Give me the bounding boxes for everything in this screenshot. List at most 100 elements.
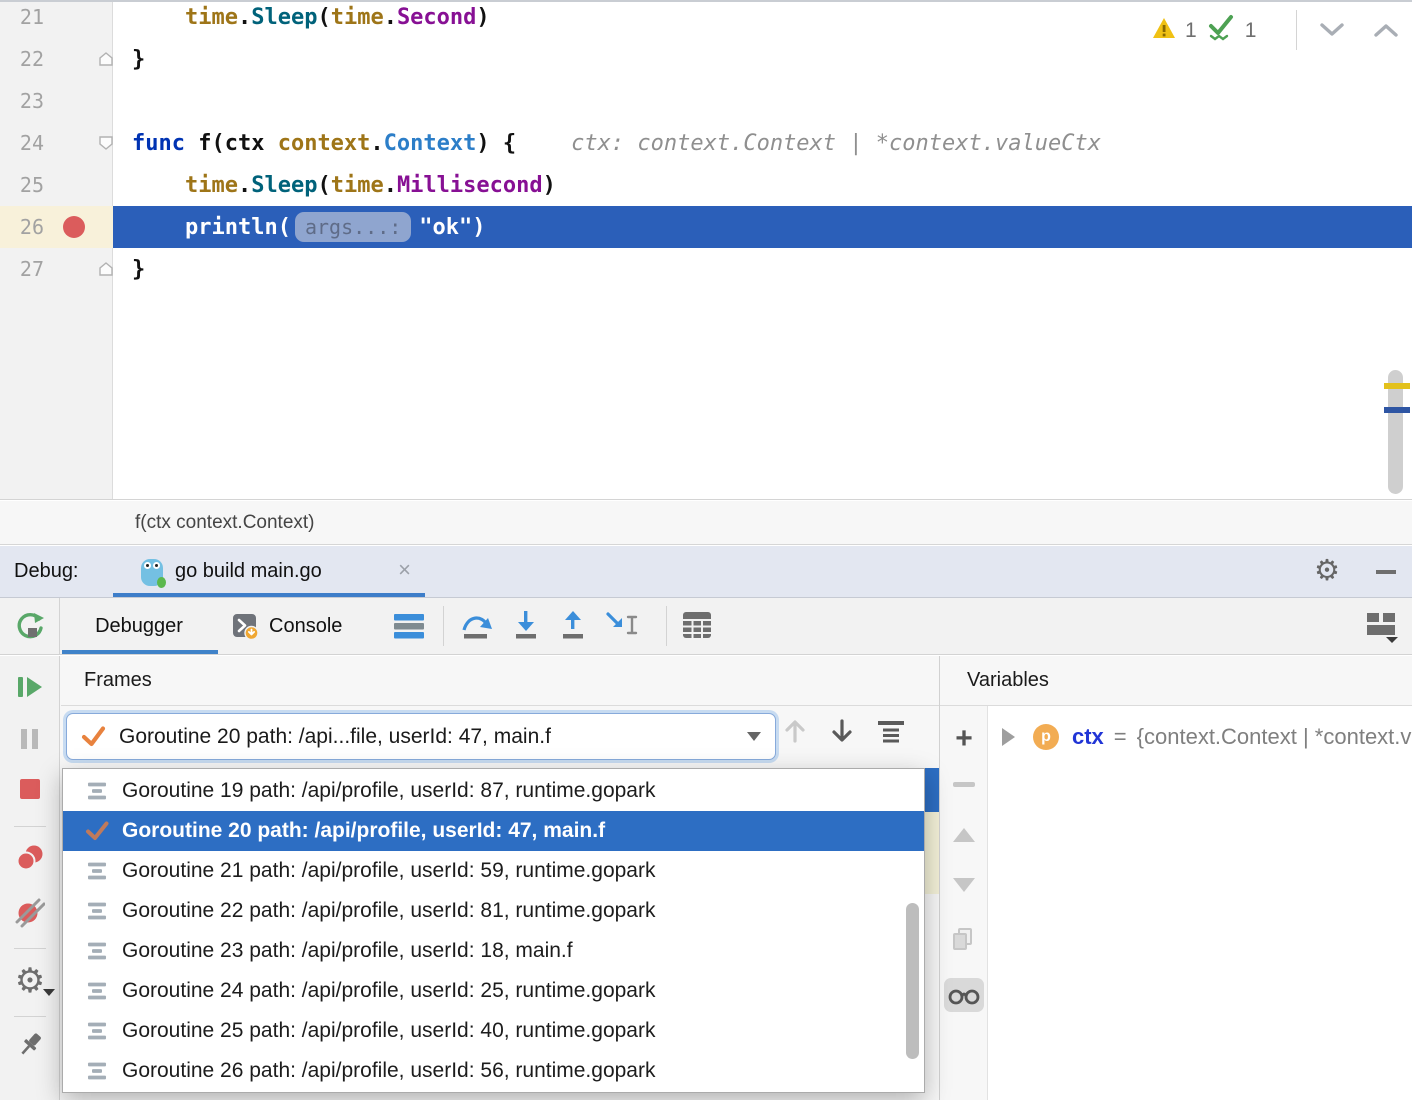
previous-frame-button[interactable]: [783, 718, 807, 744]
tab-console[interactable]: Console: [232, 598, 342, 654]
code-text[interactable]: println(args...:"ok"): [113, 206, 1412, 248]
threads-view-icon[interactable]: [393, 612, 425, 640]
goroutine-label: Goroutine 26 path: /api/profile, userId:…: [122, 1059, 655, 1083]
hide-library-frames-button[interactable]: [877, 719, 905, 743]
chevron-down-icon: [747, 732, 761, 741]
rerun-button[interactable]: [0, 598, 60, 654]
code-line[interactable]: 26 println(args...:"ok"): [0, 206, 1412, 248]
line-number: 27: [8, 257, 44, 281]
parameter-badge: p: [1033, 724, 1059, 750]
variables-panel: Variables +: [940, 656, 1412, 1100]
goroutine-item[interactable]: Goroutine 24 path: /api/profile, userId:…: [63, 971, 924, 1011]
frames-title: Frames: [84, 669, 152, 691]
code-editor[interactable]: 21 time.Sleep(time.Second)22}2324func f(…: [0, 0, 1412, 500]
step-into-button[interactable]: [511, 610, 539, 640]
stop-button[interactable]: [0, 778, 60, 800]
code-line[interactable]: 25 time.Sleep(time.Millisecond): [0, 164, 1412, 206]
goroutine-icon: [85, 902, 109, 920]
remove-watch-button[interactable]: [940, 782, 988, 787]
code-text[interactable]: }: [113, 248, 1412, 290]
move-watch-down-button[interactable]: [940, 878, 988, 892]
code-text[interactable]: time.Sleep(time.Millisecond): [113, 164, 1412, 206]
equals-sign: =: [1114, 724, 1127, 750]
mute-breakpoints-button[interactable]: [0, 898, 60, 928]
resume-icon: [16, 674, 44, 700]
show-watches-button[interactable]: [940, 978, 988, 1012]
prev-occurrence-icon[interactable]: [1372, 22, 1400, 38]
fold-marker-icon[interactable]: [99, 52, 113, 67]
divider: [666, 606, 667, 646]
run-to-cursor-button[interactable]: [605, 610, 639, 640]
fold-marker-icon[interactable]: [99, 136, 113, 151]
execution-stripe-mark[interactable]: [1384, 407, 1410, 413]
pause-button[interactable]: [0, 727, 60, 751]
next-occurrence-icon[interactable]: [1318, 22, 1346, 38]
gutter-cell[interactable]: 22: [0, 38, 113, 80]
step-over-button[interactable]: [459, 610, 492, 640]
goroutine-item[interactable]: Goroutine 20 path: /api/profile, userId:…: [63, 811, 924, 851]
plus-icon: +: [955, 724, 973, 754]
pin-tab-button[interactable]: [0, 1030, 60, 1060]
passed-count: 1: [1245, 19, 1257, 43]
goroutine-item[interactable]: Goroutine 23 path: /api/profile, userId:…: [63, 931, 924, 971]
gutter-cell[interactable]: 21: [0, 0, 113, 38]
tab-debugger[interactable]: Debugger: [60, 598, 218, 654]
variable-row[interactable]: p ctx = {context.Context | *context.valu…: [988, 714, 1412, 760]
code-line[interactable]: 27}: [0, 248, 1412, 290]
fold-marker-icon[interactable]: [99, 262, 113, 277]
view-breakpoints-button[interactable]: [0, 844, 60, 872]
expand-arrow-icon[interactable]: [1002, 728, 1015, 746]
variable-value: {context.Context | *context.valueCtx}: [1137, 724, 1412, 750]
goroutine-item[interactable]: Goroutine 22 path: /api/profile, userId:…: [63, 891, 924, 931]
breadcrumb[interactable]: f(ctx context.Context): [135, 501, 315, 544]
goroutine-selector[interactable]: Goroutine 20 path: /api...file, userId: …: [66, 713, 776, 760]
code-line[interactable]: 23: [0, 80, 1412, 122]
code-text[interactable]: [113, 80, 1412, 122]
line-number: 25: [8, 173, 44, 197]
gutter-cell[interactable]: 27: [0, 248, 113, 290]
inspection-widget[interactable]: 1 1: [1152, 14, 1256, 47]
popup-scrollbar[interactable]: [906, 903, 919, 1059]
variable-name: ctx: [1072, 724, 1104, 750]
checks-passed-icon: [1206, 14, 1236, 47]
goroutine-icon: [85, 1022, 109, 1040]
debug-session-tab[interactable]: go build main.go ×: [113, 546, 425, 597]
ide-window: 21 time.Sleep(time.Second)22}2324func f(…: [0, 0, 1412, 1100]
frames-panel: Frames Goroutine 20 path: /api...file, u…: [61, 656, 939, 1100]
debugger-settings-button[interactable]: ⚙: [0, 964, 60, 998]
goroutine-item[interactable]: Goroutine 26 path: /api/profile, userId:…: [63, 1051, 924, 1091]
evaluate-expression-button[interactable]: [682, 611, 712, 639]
gutter-cell[interactable]: 24: [0, 122, 113, 164]
current-goroutine-check-icon: [85, 820, 109, 842]
settings-gear-icon[interactable]: ⚙: [1314, 557, 1340, 586]
add-watch-button[interactable]: +: [940, 724, 988, 754]
move-watch-up-button[interactable]: [940, 828, 988, 842]
goroutine-dropdown-popup: Goroutine 19 path: /api/profile, userId:…: [62, 768, 925, 1093]
watches-toolbar: +: [940, 706, 988, 1100]
hide-toolwindow-icon[interactable]: [1376, 570, 1396, 574]
gutter-cell[interactable]: 26: [0, 206, 113, 248]
debug-label: Debug:: [14, 546, 79, 596]
divider: [443, 606, 444, 646]
code-line[interactable]: 24func f(ctx context.Context) {ctx: cont…: [0, 122, 1412, 164]
goroutine-item[interactable]: Goroutine 19 path: /api/profile, userId:…: [63, 771, 924, 811]
evaluate-expression-icon: [682, 611, 712, 639]
duplicate-watch-button[interactable]: [940, 928, 988, 952]
breakpoint-icon[interactable]: [63, 216, 85, 238]
layout-settings-button[interactable]: [1366, 611, 1398, 643]
step-out-button[interactable]: [558, 610, 586, 640]
debug-side-toolbar: ⚙: [0, 656, 60, 1100]
next-frame-button[interactable]: [830, 718, 854, 744]
goroutine-item[interactable]: Goroutine 25 path: /api/profile, userId:…: [63, 1011, 924, 1051]
copy-icon: [952, 928, 976, 952]
dropdown-arrow-icon: [43, 989, 55, 996]
goroutine-item[interactable]: Goroutine 21 path: /api/profile, userId:…: [63, 851, 924, 891]
warning-stripe-mark[interactable]: [1384, 383, 1410, 389]
code-text[interactable]: func f(ctx context.Context) {ctx: contex…: [113, 122, 1412, 164]
filter-frames-icon: [877, 719, 905, 743]
active-tab-underline: [62, 650, 218, 654]
gutter-cell[interactable]: 23: [0, 80, 113, 122]
close-icon[interactable]: ×: [398, 546, 411, 594]
resume-button[interactable]: [0, 674, 60, 700]
gutter-cell[interactable]: 25: [0, 164, 113, 206]
